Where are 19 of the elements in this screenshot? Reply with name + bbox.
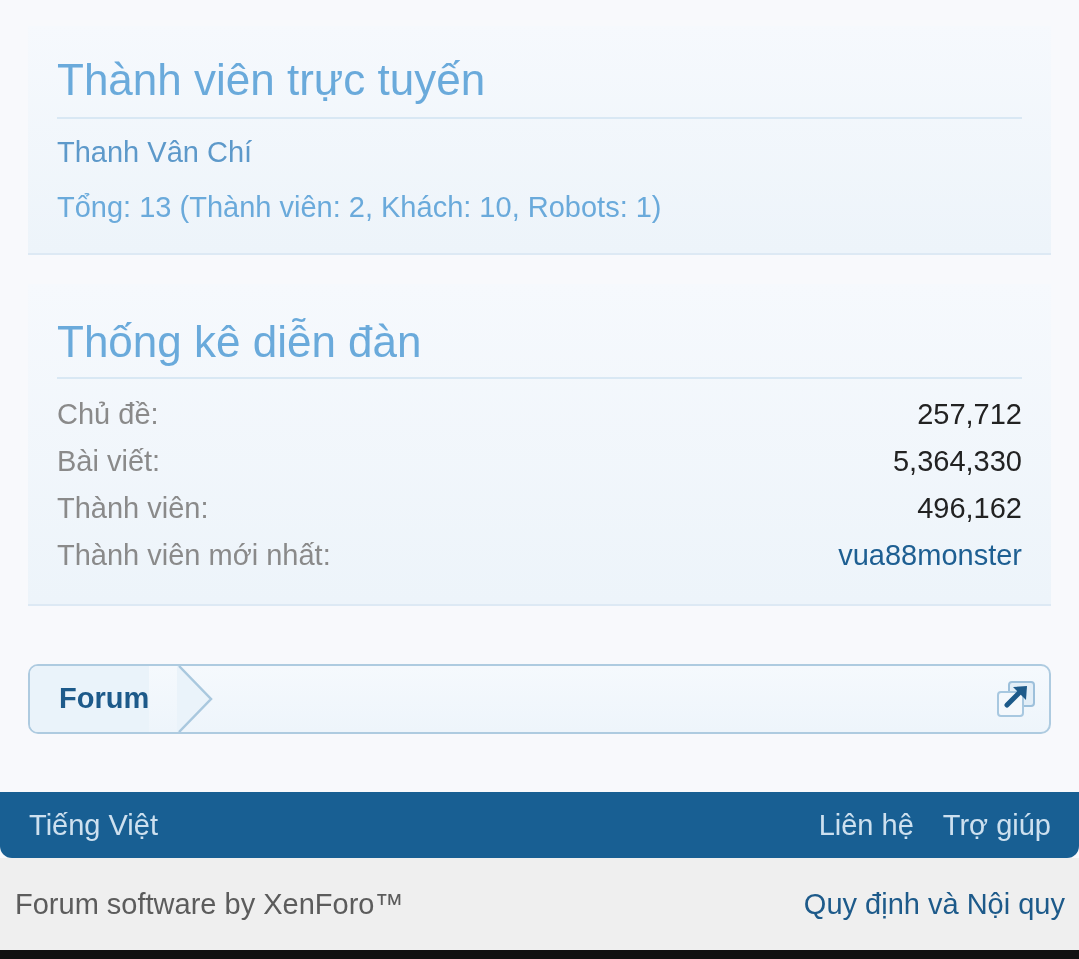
member-link[interactable]: vua88monster [838, 534, 1022, 575]
breadcrumb-link[interactable]: Forum [30, 666, 150, 732]
online-summary: Tổng: 13 (Thành viên: 2, Khách: 10, Robots: 1) [57, 190, 662, 225]
footer-link[interactable]: Liên hệ [818, 805, 914, 845]
stat-label: Chủ đề: [57, 396, 159, 432]
member-link[interactable]: Thanh Vân Chí [57, 132, 253, 172]
language-link[interactable]: Tiếng Việt [29, 805, 158, 845]
stat-label: Bài viết: [57, 443, 161, 479]
footer-link[interactable]: Trợ giúp [942, 805, 1051, 845]
stat-value: 5,364,330 [893, 443, 1022, 479]
stat-label: Thành viên mới nhất: [57, 537, 331, 573]
panel-title: Thành viên trực tuyến [57, 54, 486, 106]
panel-title: Thống kê diễn đàn [57, 316, 422, 368]
diagonal-arrow-icon[interactable] [997, 681, 1035, 717]
stat-value: 496,162 [917, 490, 1022, 526]
copyright-text: Forum software by XenForo™ [15, 887, 404, 922]
rules-link[interactable]: Quy định và Nội quy [803, 884, 1065, 924]
stat-value: 257,712 [917, 396, 1022, 432]
stat-label: Thành viên: [57, 490, 209, 526]
